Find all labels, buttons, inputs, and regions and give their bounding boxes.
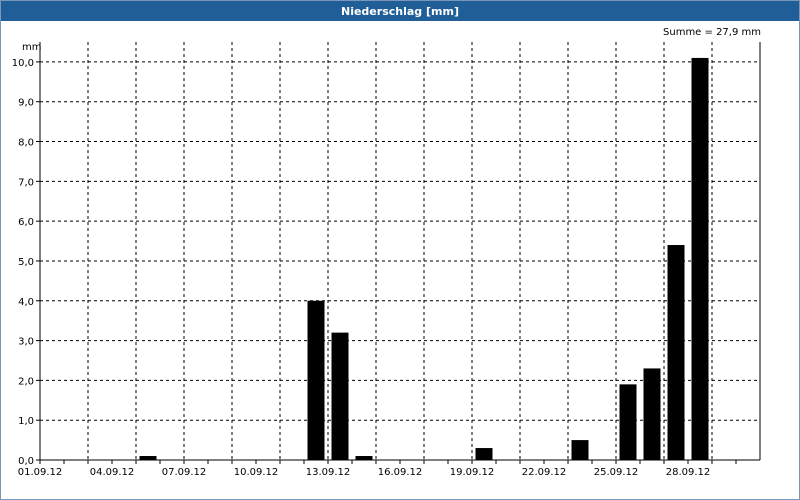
- y-tick-label: 2,0: [18, 376, 34, 387]
- y-tick-label: 9,0: [18, 98, 34, 109]
- bar: [355, 456, 373, 460]
- x-tick-label: 10.09.12: [234, 467, 279, 478]
- x-tick-label: 13.09.12: [306, 467, 351, 478]
- y-tick-label: 8,0: [18, 138, 34, 149]
- y-tick-label: 7,0: [18, 177, 34, 188]
- y-tick-labels: 0,0 1,0 2,0 3,0 4,0 5,0 6,0 7,0 8,0 9,0 10,0: [12, 58, 34, 467]
- bar: [691, 57, 709, 461]
- x-tick-label: 16.09.12: [378, 467, 423, 478]
- bar: [667, 245, 685, 460]
- x-tick-label: 01.09.12: [18, 467, 63, 478]
- x-tick-label: 04.09.12: [90, 467, 135, 478]
- bar: [643, 368, 661, 460]
- x-tick-label: 25.09.12: [594, 467, 639, 478]
- x-tick-label: 07.09.12: [162, 467, 207, 478]
- x-tick-label: 19.09.12: [450, 467, 495, 478]
- bar: [139, 456, 157, 460]
- y-tick-label: 4,0: [18, 297, 34, 308]
- bar: [307, 300, 325, 460]
- bar: [331, 332, 349, 460]
- bar: [619, 384, 637, 460]
- y-tick-label: 10,0: [12, 58, 34, 69]
- precipitation-chart: 0,0 1,0 2,0 3,0 4,0 5,0 6,0 7,0 8,0 9,0 10,0 01.09…: [12, 42, 761, 478]
- bar: [571, 440, 589, 460]
- x-tick-label: 28.09.12: [666, 467, 711, 478]
- y-tick-label: 3,0: [18, 337, 34, 348]
- x-tick-labels: 01.09.12 04.09.12 07.09.12 10.09.12 13.09.12…: [18, 467, 711, 478]
- x-tick-label: 22.09.12: [522, 467, 567, 478]
- y-tick-label: 6,0: [18, 217, 34, 228]
- y-tick-label: 1,0: [18, 416, 34, 427]
- y-tick-label: 5,0: [18, 257, 34, 268]
- y-tick-label: 0,0: [18, 456, 34, 467]
- bar: [475, 448, 493, 460]
- y-axis-unit: mm: [22, 42, 41, 53]
